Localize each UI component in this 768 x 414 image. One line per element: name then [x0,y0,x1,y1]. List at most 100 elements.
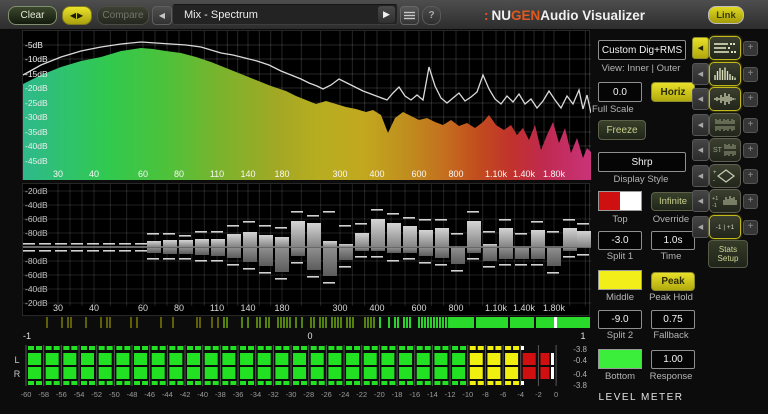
split-peak-up [227,225,239,227]
infinite-button[interactable]: Infinite [651,192,695,211]
tick-label: -1 [23,331,31,341]
split-peak-down [71,250,83,252]
split-bar-down [323,248,337,276]
module-nav-waveform[interactable]: ◀ [692,88,709,110]
top-color-swatch[interactable] [598,191,642,211]
top-color-left[interactable] [599,192,620,210]
split-peak-down [435,264,447,266]
split-bar-up [163,240,177,247]
split-bar-up [563,228,577,247]
preset-list-button[interactable] [400,6,419,25]
tick-label: -46 [144,390,155,399]
module-correlation-history-button[interactable]: +1 -1 [709,189,741,213]
peak-button[interactable]: Peak [651,272,695,291]
split-peak-up [419,219,431,221]
module-correlation-meter-button[interactable]: -1 | +1 [709,215,741,239]
module-nav-vectorscope[interactable]: ◀ [692,165,709,187]
tick-label: -80dB [25,228,48,238]
split-peak-down [515,264,527,266]
bottom-label: Bottom [604,371,636,382]
tick-label: -5dB [25,40,43,50]
meter-mode-select[interactable]: Custom Dig+RMS [598,40,686,60]
link-button[interactable]: Link [708,6,744,24]
split-peak-down [259,272,271,274]
module-nav-spectrum[interactable]: ◀ [692,63,709,85]
module-add-spectrum[interactable]: + [743,67,758,82]
meter-peak-marker [521,381,524,385]
split-bar-down [483,248,497,261]
display-style-select[interactable]: Shrp [598,152,686,172]
module-nav-stereo-spectrogram[interactable]: ◀ [692,139,709,161]
split-peak-up [243,221,255,223]
time-input[interactable]: 1.0s [651,231,695,250]
response-input[interactable]: 1.00 [651,350,695,369]
help-button[interactable]: ? [422,6,441,25]
horiz-button[interactable]: Horiz [651,82,695,102]
tick-label: -36 [233,390,244,399]
tick-label: -20dB [25,83,48,93]
tick-label: -60dB [25,270,48,280]
split-bar-up [467,221,481,247]
tick-label: 1.40k [513,303,536,313]
middle-color-swatch[interactable] [598,270,642,290]
view-toggle[interactable]: View: Inner | Outer [585,63,697,74]
tick-label: 180 [274,169,289,179]
module-add-correlation-meter[interactable]: + [743,220,758,235]
preset-selector[interactable]: Mix - Spectrum [172,4,398,25]
module-spectrum-button[interactable] [709,62,741,86]
split-bar-down [227,248,241,258]
split-peak-up [339,225,351,227]
swap-arrows-button[interactable]: ◀▶ [62,6,92,25]
split-peak-down [291,262,303,264]
tick-label: 1.40k [513,169,536,179]
play-button[interactable]: ▶ [378,6,395,23]
tick-label: -40dB [25,200,48,210]
split-bar-up [355,233,369,247]
tick-label: 800 [448,169,463,179]
module-nav-correlation-history[interactable]: ◀ [692,190,709,212]
fallback-input[interactable]: 0.75 [651,310,695,329]
split-peak-down [119,250,131,252]
module-nav-meters[interactable]: ◀ [692,37,709,59]
preset-prev-button[interactable]: ◀ [152,6,172,25]
tick-label: -18 [392,390,403,399]
module-add-vectorscope[interactable]: + [743,169,758,184]
top-color-right[interactable] [620,192,641,210]
split-peak-up [23,243,35,245]
module-add-meters[interactable]: + [743,41,758,56]
module-nav-spectrogram[interactable]: ◀ [692,114,709,136]
split-bar-up [499,228,513,247]
visualizer-window: Clear ◀▶ Compare ◀ Mix - Spectrum ▶ ? :N… [0,0,768,414]
split-spectrum-panel: 30 40 60 80 110 140 180 300 400 600 800 1.10k 1.40k 1… [22,183,591,316]
tick-label: -56 [56,390,67,399]
split-bar-up [387,223,401,247]
split-peak-up [119,243,131,245]
split-peak-up [387,213,399,215]
split1-input[interactable]: -3.0 [598,231,642,250]
module-stereo-spectrogram-button[interactable]: ST [709,138,741,162]
stats-setup-button[interactable]: Stats Setup [708,240,748,268]
module-nav-correlation-meter[interactable]: ◀ [692,216,709,238]
compare-button[interactable]: Compare [97,6,149,25]
bottom-color-swatch[interactable] [598,349,642,369]
split-bar-up [307,223,321,247]
module-spectrogram-button[interactable] [709,113,741,137]
full-scale-input[interactable]: 0.0 [598,82,642,102]
clear-button[interactable]: Clear [8,6,57,25]
tick-label: -54 [74,390,85,399]
module-add-spectrogram[interactable]: + [743,118,758,133]
module-add-waveform[interactable]: + [743,92,758,107]
split-bar-down [531,248,545,259]
module-waveform-button[interactable] [709,87,741,111]
module-add-correlation-history[interactable]: + [743,194,758,209]
freeze-button[interactable]: Freeze [598,120,646,140]
level-meters-icon [714,43,736,53]
brand-dots: : [484,7,489,23]
split-peak-down [323,282,335,284]
split2-input[interactable]: -9.0 [598,310,642,329]
module-vectorscope-button[interactable]: + - [709,164,741,188]
module-add-stereo-spectrogram[interactable]: + [743,143,758,158]
level-meter-graph: LR-3.8-0.4-0.4-3.8-60 -58 -56 -54 -52 -50 -48-… [14,345,588,399]
module-level-meters-button[interactable] [709,36,741,60]
split-peak-up [87,243,99,245]
